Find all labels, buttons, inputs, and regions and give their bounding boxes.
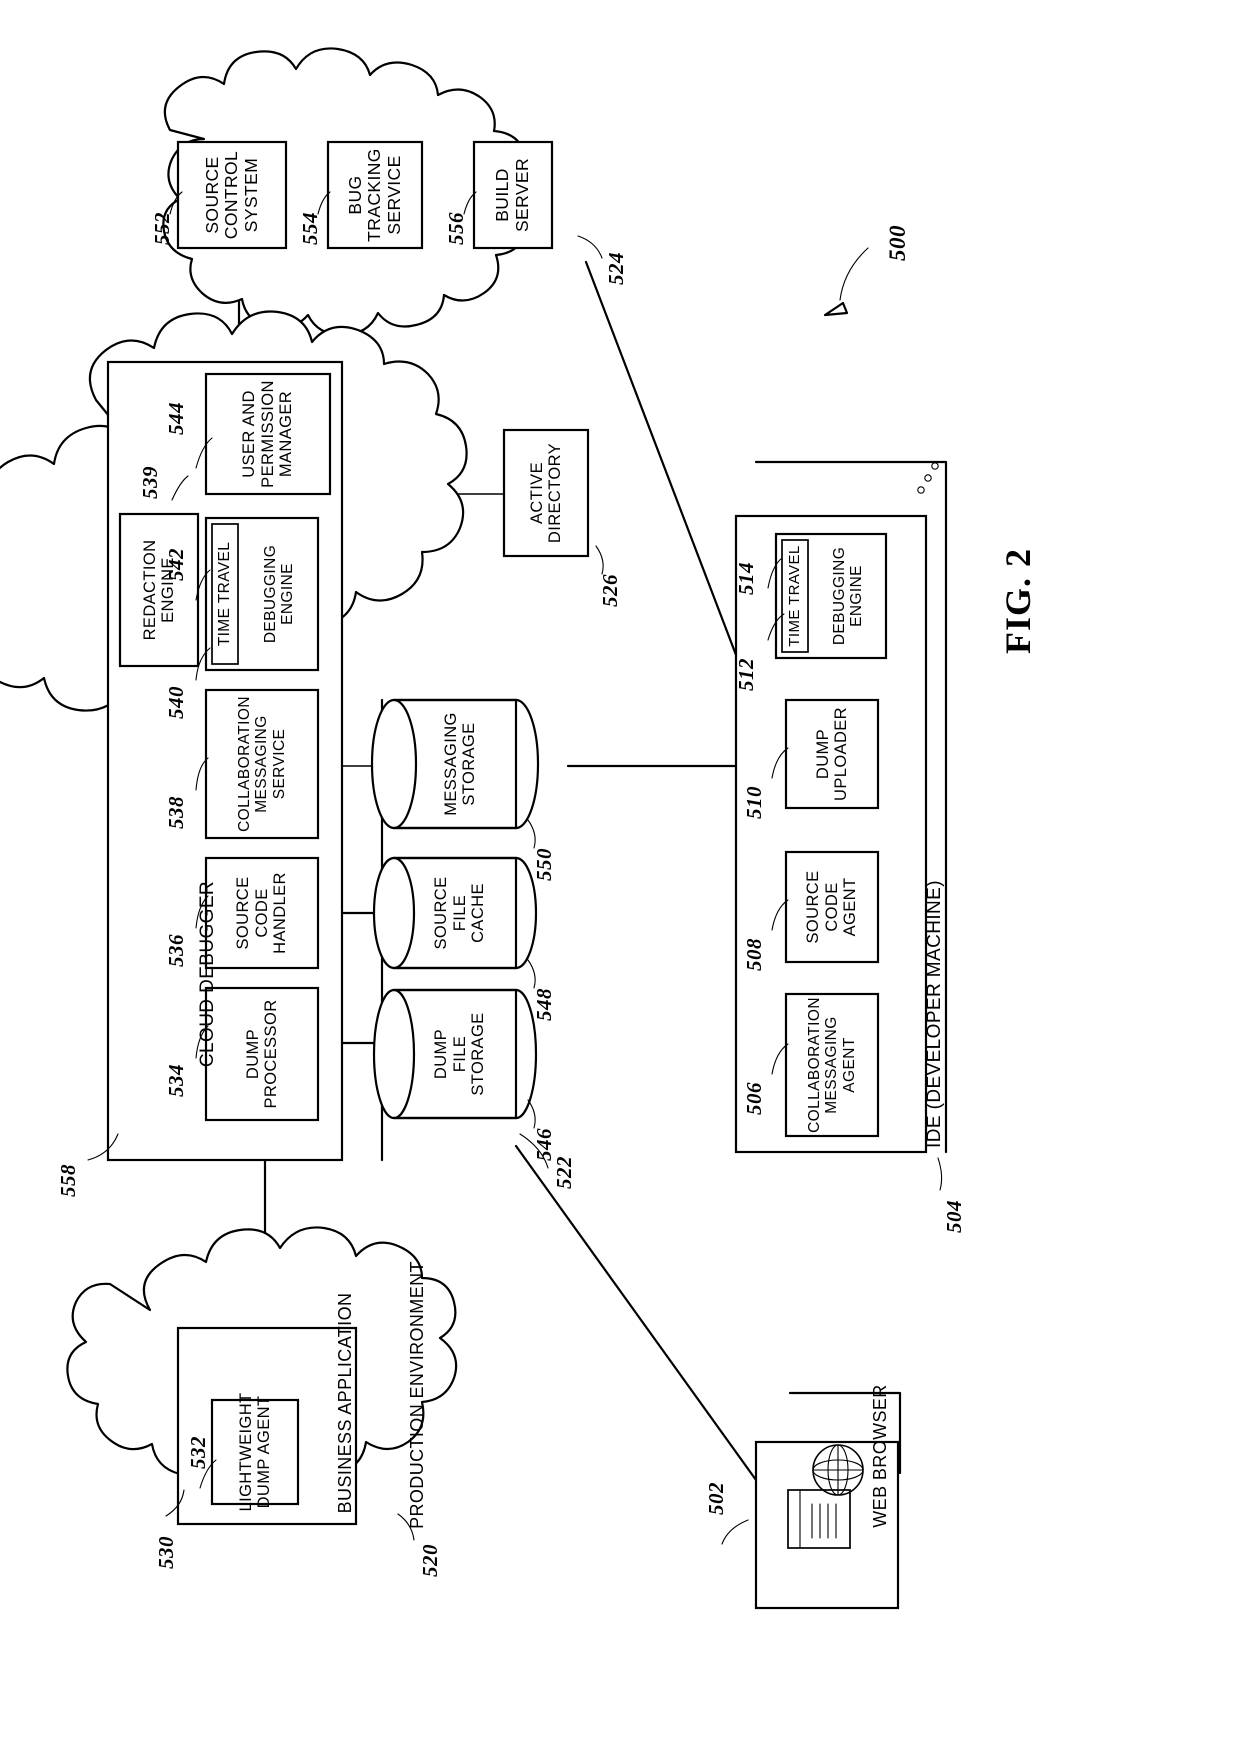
dump-processor-box <box>204 986 320 1122</box>
build-server-box <box>472 140 554 250</box>
leader-550 <box>527 819 536 849</box>
leader-504 <box>937 1157 943 1191</box>
collaboration-messaging-agent-box <box>784 992 880 1138</box>
connector-debugger-to-browser-diagonal <box>514 1144 758 1482</box>
globe-icon <box>812 1444 864 1496</box>
messaging-storage-cylinder <box>370 698 540 830</box>
ref-536: 536 <box>164 934 188 967</box>
patent-figure-page: SOURCE CONTROL SYSTEM BUG TRACKING SERVI… <box>0 0 1240 1754</box>
source-control-system-box <box>176 140 288 250</box>
source-code-agent-box <box>784 850 880 964</box>
ref-510: 510 <box>742 786 766 819</box>
leader-502 <box>721 1519 749 1545</box>
leader-548 <box>527 959 536 989</box>
leader-520 <box>397 1513 415 1541</box>
ref-558: 558 <box>56 1164 80 1197</box>
document-lines-icon <box>787 1489 851 1549</box>
ref-500: 500 <box>885 225 910 261</box>
dump-file-storage-cylinder <box>372 988 538 1120</box>
ref-550: 550 <box>532 848 556 881</box>
ref-544: 544 <box>164 402 188 435</box>
ref-540: 540 <box>164 686 188 719</box>
figure-label: FIG. 2 <box>998 547 1039 655</box>
window-dot-1 <box>931 462 939 470</box>
leader-500 <box>839 247 869 301</box>
ref-538: 538 <box>164 796 188 829</box>
source-file-cache-cylinder <box>372 856 538 970</box>
bug-tracking-service-box <box>326 140 424 250</box>
ref-532: 532 <box>186 1436 210 1469</box>
active-directory-box <box>502 428 590 558</box>
dump-uploader-box <box>784 698 880 810</box>
leader-524 <box>577 235 603 259</box>
ref-552: 552 <box>150 212 174 245</box>
source-code-handler-box <box>204 856 320 970</box>
ref-524: 524 <box>604 252 628 285</box>
redaction-engine-box <box>118 512 200 668</box>
time-travel-inner-box-ide <box>781 539 809 653</box>
ref-502: 502 <box>704 1482 728 1515</box>
ref-542: 542 <box>164 548 188 581</box>
ref-548: 548 <box>532 988 556 1021</box>
ref-539: 539 <box>138 466 162 499</box>
ref-534: 534 <box>164 1064 188 1097</box>
ref-526: 526 <box>598 574 622 607</box>
window-dot-3 <box>917 486 925 494</box>
ref-506: 506 <box>742 1082 766 1115</box>
ref-512: 512 <box>734 658 758 691</box>
arrowhead-500 <box>823 301 849 317</box>
leader-526 <box>595 545 604 575</box>
ref-554: 554 <box>298 212 322 245</box>
ref-546: 546 <box>532 1128 556 1161</box>
time-travel-inner-box-cloud <box>211 523 239 665</box>
ref-556: 556 <box>444 212 468 245</box>
ref-530: 530 <box>154 1536 178 1569</box>
ref-514: 514 <box>734 562 758 595</box>
ref-504: 504 <box>942 1200 966 1233</box>
ref-508: 508 <box>742 938 766 971</box>
collaboration-messaging-service-box <box>204 688 320 840</box>
window-dot-2 <box>924 474 932 482</box>
lightweight-dump-agent-box <box>210 1398 300 1506</box>
user-permission-manager-box <box>204 372 332 496</box>
ref-520: 520 <box>418 1544 442 1577</box>
